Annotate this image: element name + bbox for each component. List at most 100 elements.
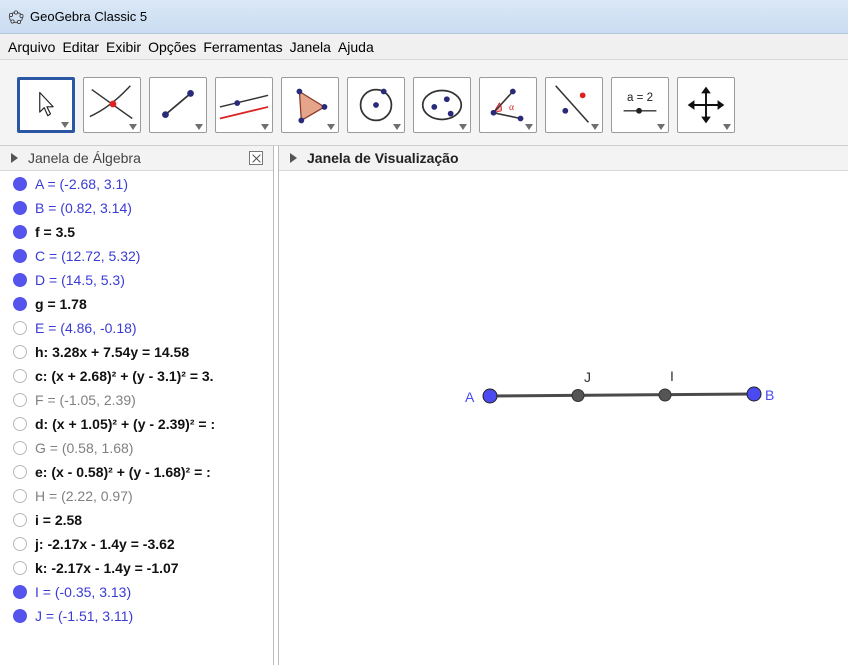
algebra-view-title: Janela de Álgebra (28, 150, 141, 166)
algebra-item[interactable]: k: -2.17x - 1.4y = -1.07 (0, 557, 273, 578)
slider-tool-label: a = 2 (627, 92, 653, 104)
point-j[interactable] (571, 389, 585, 402)
algebra-item[interactable]: H = (2.22, 0.97) (0, 485, 273, 506)
menu-opcoes[interactable]: Opções (148, 39, 196, 55)
algebra-item[interactable]: C = (12.72, 5.32) (0, 245, 273, 266)
visibility-toggle-icon[interactable] (13, 488, 27, 503)
graphics-canvas[interactable]: A B J I (279, 172, 848, 665)
algebra-item[interactable]: h: 3.28x + 7.54y = 14.58 (0, 341, 273, 362)
point-a[interactable] (482, 388, 498, 404)
tool-menu-caret-icon (393, 124, 401, 130)
point-tool-button[interactable] (83, 77, 141, 133)
visibility-toggle-icon[interactable] (13, 608, 27, 623)
tool-menu-caret-icon (129, 124, 137, 130)
point-i[interactable] (658, 388, 672, 402)
polygon-tool-button[interactable] (281, 77, 339, 133)
algebra-item[interactable]: B = (0.82, 3.14) (0, 197, 273, 218)
graphics-view-title: Janela de Visualização (307, 150, 459, 166)
visibility-toggle-icon[interactable] (13, 416, 27, 431)
algebra-view-header: Janela de Álgebra (0, 146, 273, 171)
algebra-item-text: c: (x + 2.68)² + (y - 3.1)² = 3. (35, 367, 214, 384)
visibility-toggle-icon[interactable] (13, 368, 27, 383)
line-tool-button[interactable] (149, 77, 207, 133)
visibility-toggle-icon[interactable] (13, 320, 27, 335)
algebra-item[interactable]: E = (4.86, -0.18) (0, 317, 273, 338)
algebra-item-text: d: (x + 1.05)² + (y - 2.39)² = : (35, 415, 216, 432)
point-i-label: I (670, 368, 674, 384)
parallel-tool-button[interactable] (215, 77, 273, 133)
visibility-toggle-icon[interactable] (13, 344, 27, 359)
algebra-item-text: i = 2.58 (35, 511, 83, 528)
algebra-item[interactable]: i = 2.58 (0, 509, 273, 530)
move-tool-button[interactable] (17, 77, 75, 133)
menu-arquivo[interactable]: Arquivo (8, 39, 55, 55)
algebra-item-text: g = 1.78 (35, 295, 87, 312)
expand-arrow-icon[interactable] (11, 153, 18, 163)
expand-arrow-icon[interactable] (290, 153, 297, 163)
algebra-item-text: G = (0.58, 1.68) (35, 439, 134, 456)
visibility-toggle-icon[interactable] (13, 272, 27, 287)
algebra-item[interactable]: g = 1.78 (0, 293, 273, 314)
point-b-label: B (765, 387, 774, 403)
visibility-toggle-icon[interactable] (13, 176, 27, 191)
algebra-item-text: I = (-0.35, 3.13) (35, 583, 132, 600)
algebra-item-text: C = (12.72, 5.32) (35, 247, 141, 264)
visibility-toggle-icon[interactable] (13, 464, 27, 479)
algebra-item[interactable]: f = 3.5 (0, 221, 273, 242)
algebra-item[interactable]: F = (-1.05, 2.39) (0, 389, 273, 410)
point-j-label: J (584, 369, 591, 385)
visibility-toggle-icon[interactable] (13, 248, 27, 263)
menu-editar[interactable]: Editar (62, 39, 99, 55)
algebra-item-text: F = (-1.05, 2.39) (35, 391, 136, 408)
menu-ferramentas[interactable]: Ferramentas (203, 39, 282, 55)
algebra-item-text: k: -2.17x - 1.4y = -1.07 (35, 559, 179, 576)
algebra-item[interactable]: A = (-2.68, 3.1) (0, 173, 273, 194)
point-b[interactable] (746, 386, 762, 402)
visibility-toggle-icon[interactable] (13, 512, 27, 527)
visibility-toggle-icon[interactable] (13, 392, 27, 407)
tool-menu-caret-icon (591, 124, 599, 130)
tool-menu-caret-icon (261, 124, 269, 130)
tool-menu-caret-icon (525, 124, 533, 130)
algebra-item[interactable]: j: -2.17x - 1.4y = -3.62 (0, 533, 273, 554)
reflect-tool-button[interactable] (545, 77, 603, 133)
algebra-item[interactable]: I = (-0.35, 3.13) (0, 581, 273, 602)
algebra-item-text: f = 3.5 (35, 223, 76, 240)
tool-menu-caret-icon (61, 122, 69, 128)
visibility-toggle-icon[interactable] (13, 440, 27, 455)
tool-menu-caret-icon (459, 124, 467, 130)
visibility-toggle-icon[interactable] (13, 200, 27, 215)
conic-tool-button[interactable] (413, 77, 471, 133)
algebra-item[interactable]: D = (14.5, 5.3) (0, 269, 273, 290)
algebra-item[interactable]: G = (0.58, 1.68) (0, 437, 273, 458)
algebra-item-text: J = (-1.51, 3.11) (35, 607, 134, 624)
segment-f[interactable] (489, 392, 755, 398)
menu-janela[interactable]: Janela (290, 39, 331, 55)
visibility-toggle-icon[interactable] (13, 560, 27, 575)
visibility-toggle-icon[interactable] (13, 224, 27, 239)
visibility-toggle-icon[interactable] (13, 296, 27, 311)
slider-tool-button[interactable]: a = 2 (611, 77, 669, 133)
angle-tool-button[interactable]: α (479, 77, 537, 133)
algebra-item[interactable]: J = (-1.51, 3.11) (0, 605, 273, 626)
svg-text:α: α (509, 102, 514, 113)
algebra-item-text: H = (2.22, 0.97) (35, 487, 133, 504)
algebra-item-text: D = (14.5, 5.3) (35, 271, 125, 288)
graphics-view[interactable]: A B J I (279, 172, 848, 665)
menu-exibir[interactable]: Exibir (106, 39, 141, 55)
visibility-toggle-icon[interactable] (13, 536, 27, 551)
algebra-item[interactable]: e: (x - 0.58)² + (y - 1.68)² = : (0, 461, 273, 482)
algebra-item[interactable]: d: (x + 1.05)² + (y - 2.39)² = : (0, 413, 273, 434)
visibility-toggle-icon[interactable] (13, 584, 27, 599)
menu-ajuda[interactable]: Ajuda (338, 39, 374, 55)
algebra-item-text: j: -2.17x - 1.4y = -3.62 (35, 535, 175, 552)
window-title: GeoGebra Classic 5 (30, 9, 148, 24)
tool-menu-caret-icon (657, 124, 665, 130)
algebra-item[interactable]: c: (x + 2.68)² + (y - 3.1)² = 3. (0, 365, 273, 386)
circle-tool-button[interactable] (347, 77, 405, 133)
algebra-item-text: h: 3.28x + 7.54y = 14.58 (35, 343, 190, 360)
move-view-tool-button[interactable] (677, 77, 735, 133)
algebra-item-text: E = (4.86, -0.18) (35, 319, 137, 336)
menu-bar: Arquivo Editar Exibir Opções Ferramentas… (0, 34, 848, 60)
close-icon[interactable] (249, 151, 263, 165)
